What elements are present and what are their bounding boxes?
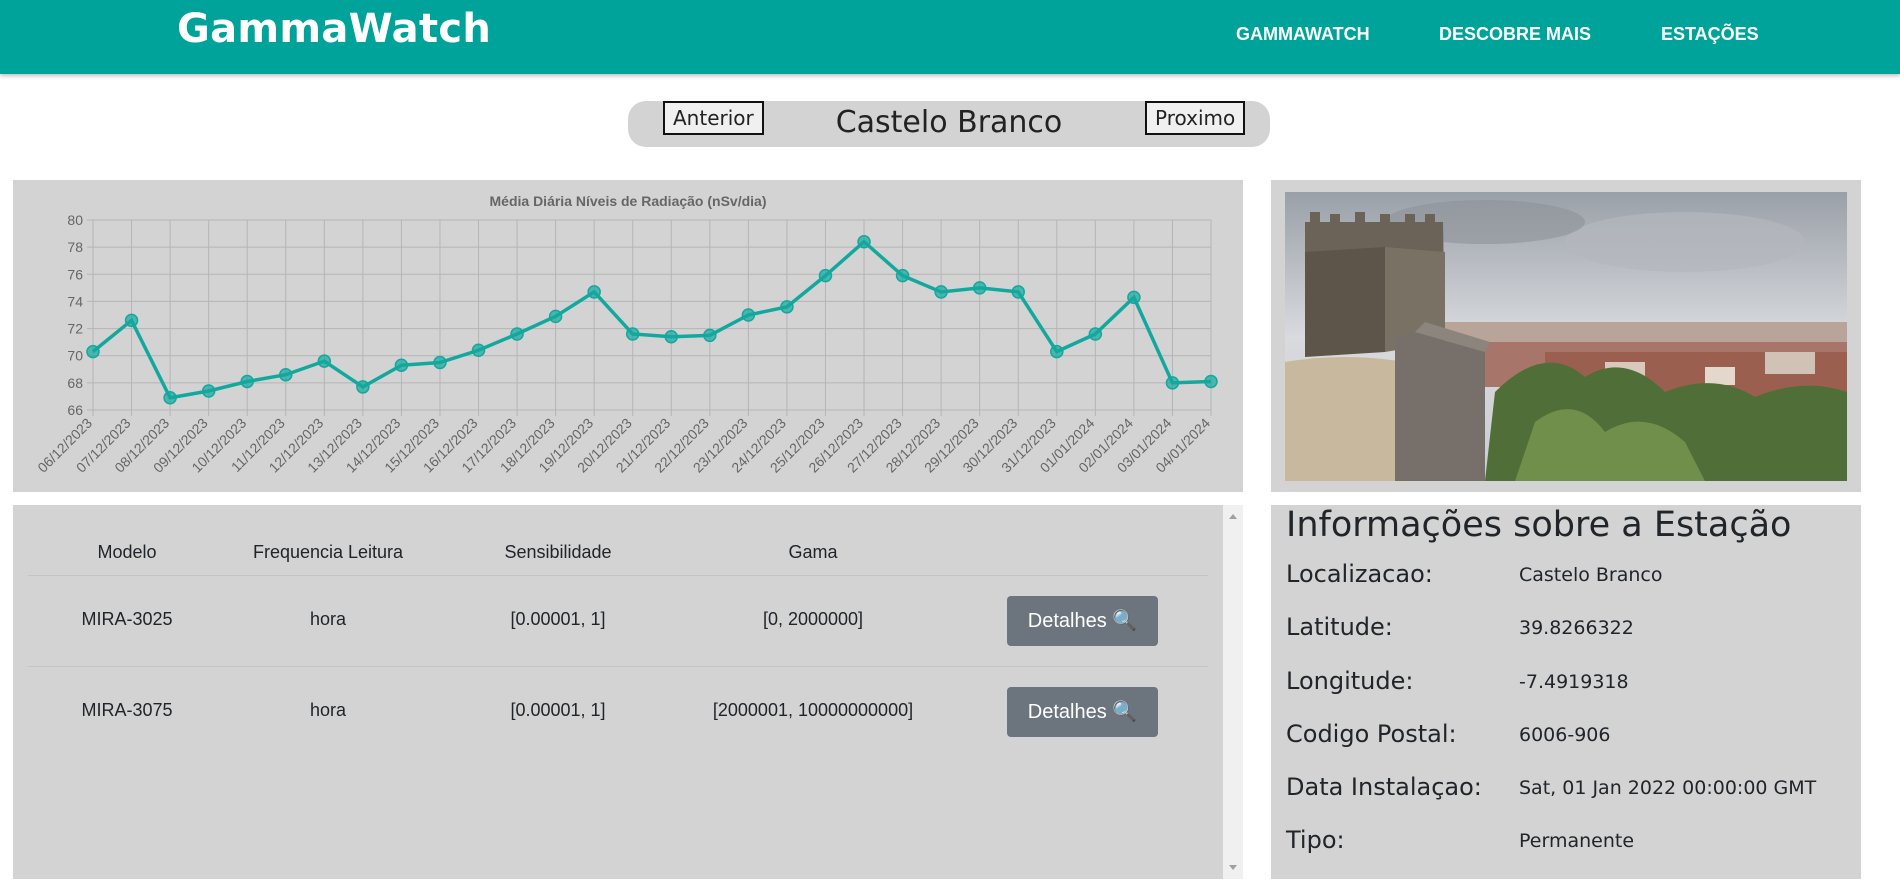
data-point[interactable] bbox=[1127, 290, 1141, 305]
data-point[interactable] bbox=[934, 285, 948, 299]
navbar: GammaWatch GAMMAWATCH DESCOBRE MAIS ESTA… bbox=[0, 0, 1900, 74]
y-tick-label: 72 bbox=[67, 321, 83, 337]
data-point[interactable] bbox=[317, 354, 332, 368]
nav-link-descobre-mais[interactable]: DESCOBRE MAIS bbox=[1439, 24, 1591, 45]
data-point[interactable] bbox=[895, 268, 910, 283]
data-point[interactable] bbox=[780, 300, 794, 314]
cell-gama: [2000001, 10000000000] bbox=[712, 700, 914, 720]
chart-title: Média Diária Níveis de Radiação (nSv/dia… bbox=[490, 193, 767, 209]
info-title: Informações sobre a Estação bbox=[1286, 505, 1792, 545]
series-line bbox=[91, 239, 1212, 400]
station-info-panel: Informações sobre a Estação Localizacao:… bbox=[1271, 505, 1861, 879]
info-value-codigo-postal: 6006-906 bbox=[1519, 724, 1611, 746]
data-point[interactable] bbox=[86, 344, 100, 359]
cell-gama: [0, 2000000] bbox=[762, 609, 864, 629]
scrollbar-arrows bbox=[1229, 514, 1237, 870]
table-divider bbox=[28, 575, 1208, 576]
cell-frequencia: hora bbox=[309, 609, 347, 629]
data-point[interactable] bbox=[1204, 374, 1218, 389]
data-point[interactable] bbox=[163, 391, 177, 405]
info-value-data-instalacao: Sat, 01 Jan 2022 00:00:00 GMT bbox=[1519, 777, 1817, 799]
data-point[interactable] bbox=[1011, 285, 1025, 299]
y-tick-label: 76 bbox=[67, 266, 83, 282]
data-point[interactable] bbox=[703, 328, 717, 343]
info-key-longitude: Longitude: bbox=[1286, 667, 1414, 695]
radiation-line-chart: Média Diária Níveis de Radiação (nSv/dia… bbox=[34, 193, 1218, 476]
cell-frequencia: hora bbox=[309, 700, 347, 720]
y-tick-label: 74 bbox=[67, 293, 83, 309]
nav-link-estacoes[interactable]: ESTAÇÕES bbox=[1661, 24, 1759, 45]
data-point[interactable] bbox=[1088, 327, 1103, 341]
table-scrollbar[interactable] bbox=[1223, 505, 1243, 879]
info-key-tipo: Tipo: bbox=[1286, 826, 1345, 854]
data-point[interactable] bbox=[587, 285, 601, 299]
info-key-data-instalacao: Data Instalaçao: bbox=[1286, 773, 1482, 801]
info-value-localizacao: Castelo Branco bbox=[1519, 564, 1663, 586]
info-value-latitude: 39.8266322 bbox=[1519, 617, 1634, 639]
station-switcher: Castelo Branco Anterior Proximo bbox=[628, 101, 1270, 147]
next-station-button[interactable]: Proximo bbox=[1145, 101, 1246, 135]
data-point[interactable] bbox=[1165, 376, 1180, 390]
sensors-table: Modelo Frequencia Leitura Sensibilidade … bbox=[13, 505, 1223, 879]
column-header-modelo: Modelo bbox=[97, 542, 157, 562]
cell-modelo: MIRA-3025 bbox=[81, 609, 173, 629]
data-point[interactable] bbox=[548, 309, 563, 324]
data-point[interactable] bbox=[471, 343, 486, 358]
data-point[interactable] bbox=[240, 374, 254, 389]
nav-link-gammawatch[interactable]: GAMMAWATCH bbox=[1236, 24, 1370, 45]
data-point[interactable] bbox=[510, 327, 524, 341]
data-point[interactable] bbox=[433, 355, 447, 370]
y-tick-label: 78 bbox=[67, 239, 83, 255]
column-header-sensibilidade: Sensibilidade bbox=[504, 542, 612, 562]
data-point[interactable] bbox=[857, 234, 871, 249]
previous-station-button[interactable]: Anterior bbox=[663, 101, 764, 135]
brand-logo[interactable]: GammaWatch bbox=[177, 6, 491, 52]
column-header-gama: Gama bbox=[788, 542, 838, 562]
details-button[interactable]: Detalhes 🔍 bbox=[1007, 687, 1158, 737]
y-tick-label: 68 bbox=[67, 375, 83, 391]
data-point[interactable] bbox=[124, 313, 139, 328]
station-photo bbox=[1285, 192, 1847, 481]
info-key-latitude: Latitude: bbox=[1286, 613, 1393, 641]
cell-modelo: MIRA-3075 bbox=[81, 700, 173, 720]
column-header-frequencia: Frequencia Leitura bbox=[252, 542, 404, 562]
cell-sensibilidade: [0.00001, 1] bbox=[510, 609, 606, 629]
data-point[interactable] bbox=[1050, 344, 1064, 359]
details-button[interactable]: Detalhes 🔍 bbox=[1007, 596, 1158, 646]
info-value-longitude: -7.4919318 bbox=[1519, 671, 1629, 693]
data-point[interactable] bbox=[394, 358, 409, 372]
data-point[interactable] bbox=[279, 367, 293, 382]
data-point[interactable] bbox=[972, 281, 987, 295]
info-key-localizacao: Localizacao: bbox=[1286, 560, 1433, 588]
y-tick-label: 66 bbox=[67, 402, 83, 418]
table-divider bbox=[28, 666, 1208, 667]
y-tick-label: 70 bbox=[67, 348, 83, 364]
data-point[interactable] bbox=[664, 329, 679, 344]
data-point[interactable] bbox=[625, 327, 640, 341]
info-key-codigo-postal: Codigo Postal: bbox=[1286, 720, 1457, 748]
cell-sensibilidade: [0.00001, 1] bbox=[510, 700, 606, 720]
data-point[interactable] bbox=[741, 308, 756, 322]
radiation-chart-panel: Média Diária Níveis de Radiação (nSv/dia… bbox=[13, 180, 1243, 492]
info-value-tipo: Permanente bbox=[1519, 830, 1635, 852]
data-point[interactable] bbox=[818, 268, 833, 283]
y-tick-label: 80 bbox=[67, 212, 83, 228]
data-point[interactable] bbox=[201, 384, 216, 398]
data-point[interactable] bbox=[356, 380, 370, 394]
station-photo-panel bbox=[1271, 180, 1861, 492]
